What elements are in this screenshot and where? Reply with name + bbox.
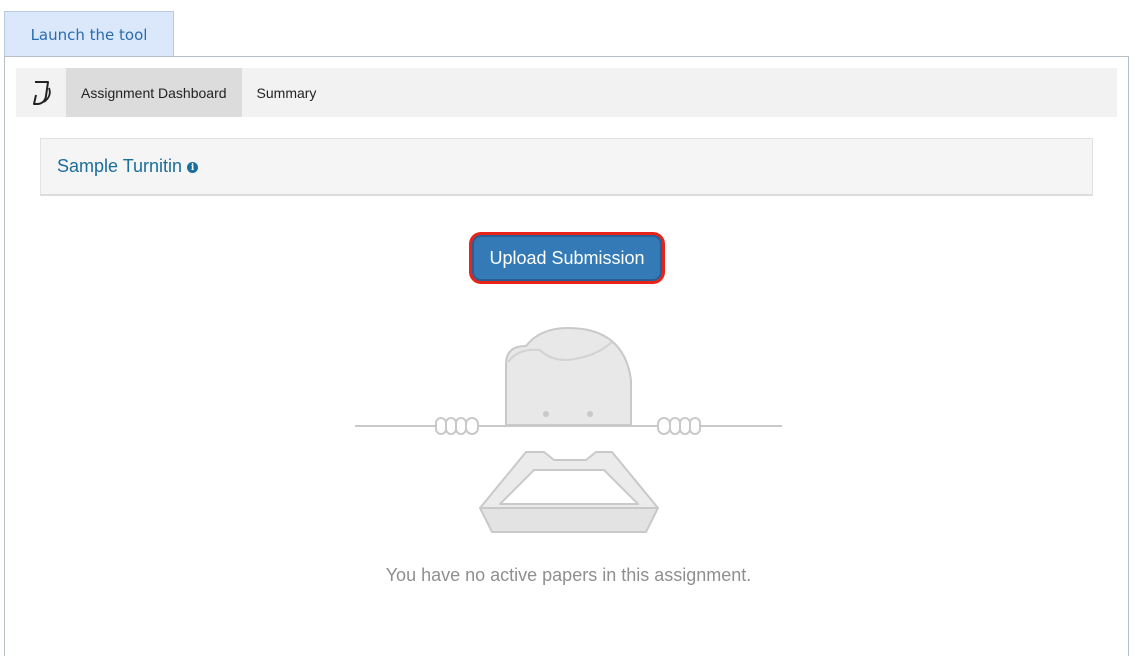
assignment-title[interactable]: Sample Turnitin <box>57 156 182 177</box>
launch-tool-tab[interactable]: Launch the tool <box>4 11 174 57</box>
turnitin-logo-icon <box>16 68 66 117</box>
empty-state-illustration <box>350 320 790 545</box>
tab-summary[interactable]: Summary <box>242 68 332 117</box>
upload-submission-button[interactable]: Upload Submission <box>469 232 665 284</box>
turnitin-navbar: Assignment Dashboard Summary <box>16 68 1117 117</box>
info-circle-icon[interactable]: i <box>187 162 199 173</box>
empty-state-message: You have no active papers in this assign… <box>385 565 752 585</box>
tab-assignment-dashboard[interactable]: Assignment Dashboard <box>66 68 242 117</box>
assignment-panel: Sample Turnitin i <box>40 138 1093 196</box>
